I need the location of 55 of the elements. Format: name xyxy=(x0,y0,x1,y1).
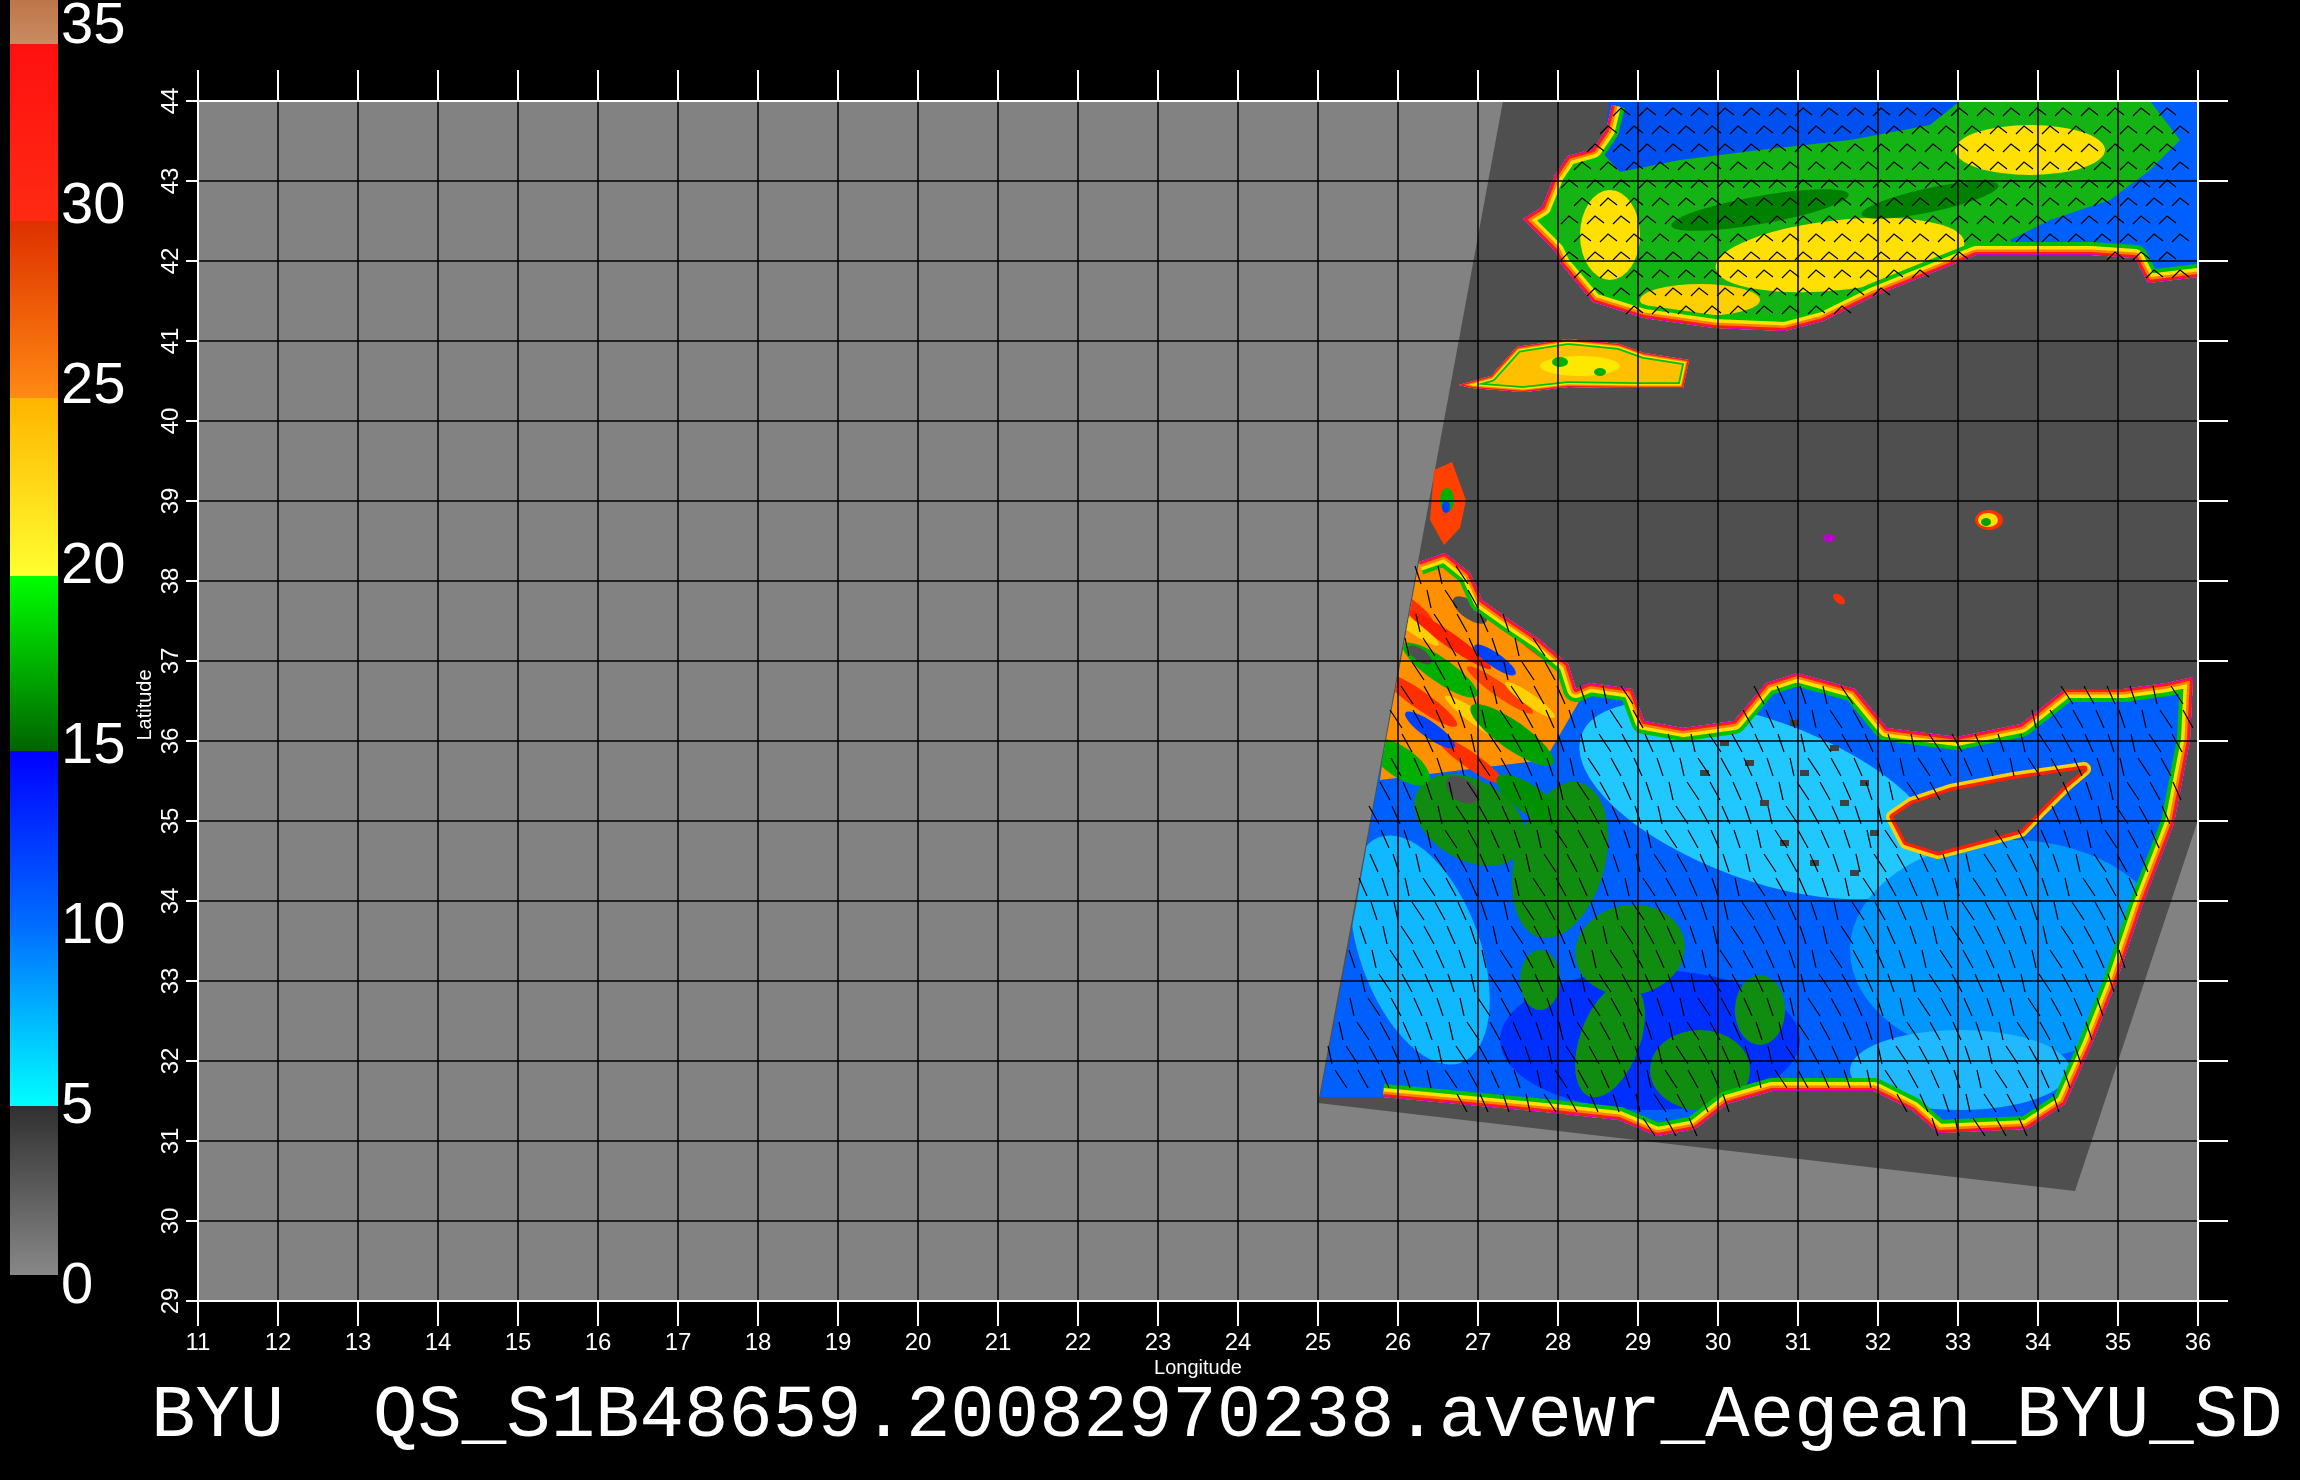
y-tick-label: 41 xyxy=(156,327,183,355)
x-tick-label: 24 xyxy=(1224,1328,1252,1355)
y-tick-label: 37 xyxy=(156,647,183,675)
y-tick-label: 38 xyxy=(156,567,183,595)
x-tick-label: 32 xyxy=(1864,1328,1892,1355)
x-tick-label: 22 xyxy=(1064,1328,1092,1355)
color-scale-label: 30 xyxy=(61,180,126,225)
x-axis-title: Longitude xyxy=(1154,1356,1242,1378)
color-scale-label: 0 xyxy=(61,1260,94,1305)
x-tick-label: 18 xyxy=(744,1328,772,1355)
color-scale-label: 35 xyxy=(61,0,126,45)
x-tick-label: 17 xyxy=(664,1328,692,1355)
x-tick-label: 15 xyxy=(504,1328,532,1355)
y-tick-label: 29 xyxy=(156,1287,183,1315)
x-tick-label: 21 xyxy=(984,1328,1012,1355)
x-tick-label: 16 xyxy=(584,1328,612,1355)
x-tick-label: 25 xyxy=(1304,1328,1332,1355)
x-tick-label: 31 xyxy=(1784,1328,1812,1355)
color-scale-label: 25 xyxy=(61,360,126,405)
y-tick-label: 36 xyxy=(156,727,183,755)
x-tick-label: 36 xyxy=(2184,1328,2212,1355)
x-tick-label: 12 xyxy=(264,1328,292,1355)
x-tick-label: 33 xyxy=(1944,1328,1972,1355)
y-tick-label: 44 xyxy=(156,87,183,115)
x-tick-label: 13 xyxy=(344,1328,372,1355)
x-tick-label: 20 xyxy=(904,1328,932,1355)
x-tick-label: 28 xyxy=(1544,1328,1572,1355)
color-scale-label: 20 xyxy=(61,540,126,585)
x-tick-label: 30 xyxy=(1704,1328,1732,1355)
wind-speed-patch xyxy=(1833,593,1845,605)
x-tick-label: 34 xyxy=(2024,1328,2052,1355)
x-tick-label: 14 xyxy=(424,1328,452,1355)
color-scale-label: 10 xyxy=(61,900,126,945)
color-scale-label: 15 xyxy=(61,720,126,765)
y-tick-label: 33 xyxy=(156,967,183,995)
y-tick-label: 31 xyxy=(156,1127,183,1155)
y-axis-title: Latitude xyxy=(133,669,155,741)
x-tick-label: 27 xyxy=(1464,1328,1492,1355)
color-scale-label: 5 xyxy=(61,1080,94,1125)
y-tick-label: 34 xyxy=(156,887,183,915)
y-tick-label: 32 xyxy=(156,1047,183,1075)
x-tick-label: 11 xyxy=(185,1328,211,1355)
x-tick-label: 29 xyxy=(1624,1328,1652,1355)
y-tick-label: 30 xyxy=(156,1207,183,1235)
wind-speed-patch xyxy=(1823,534,1835,542)
x-tick-label: 26 xyxy=(1384,1328,1412,1355)
y-tick-label: 43 xyxy=(156,167,183,195)
y-tick-label: 40 xyxy=(156,407,183,435)
x-tick-label: 35 xyxy=(2104,1328,2132,1355)
wind-speed-patch xyxy=(1975,510,2003,530)
y-tick-label: 35 xyxy=(156,807,183,835)
y-tick-label: 42 xyxy=(156,247,183,275)
x-tick-label: 23 xyxy=(1144,1328,1172,1355)
y-tick-label: 39 xyxy=(156,487,183,515)
x-tick-label: 19 xyxy=(824,1328,852,1355)
